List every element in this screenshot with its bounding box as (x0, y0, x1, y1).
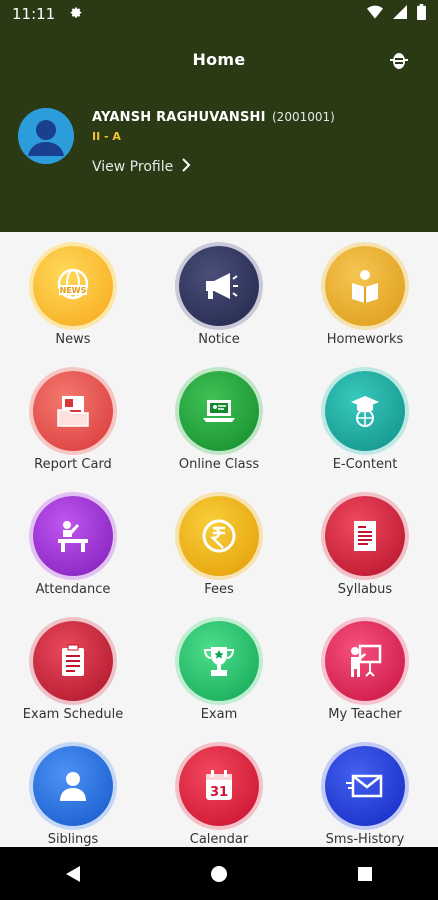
menu-item-label: Homeworks (326, 332, 404, 347)
menu-item-notice[interactable]: Notice (146, 232, 292, 357)
menu-item-exam-schedule[interactable]: Exam Schedule (0, 607, 146, 732)
menu-item-label: E-Content (332, 457, 398, 472)
report-card-icon (33, 371, 113, 451)
laptop-class-icon (179, 371, 259, 451)
reading-person-icon (325, 246, 405, 326)
calendar-icon: 31 (179, 746, 259, 826)
student-id: (2001001) (272, 110, 335, 124)
back-icon[interactable] (43, 854, 103, 894)
teacher-desk-icon (33, 496, 113, 576)
megaphone-icon (179, 246, 259, 326)
person-icon (33, 746, 113, 826)
menu-grid: NEWS News Notice Homeworks Report Card O… (0, 232, 438, 847)
menu-item-report-card[interactable]: Report Card (0, 357, 146, 482)
rupee-coin-icon (179, 496, 259, 576)
menu-item-online-class[interactable]: Online Class (146, 357, 292, 482)
calendar-day-text: 31 (210, 785, 228, 800)
menu-item-label: Notice (198, 332, 240, 347)
student-name: AYANSH RAGHUVANSHI (92, 110, 266, 125)
graduation-globe-icon (325, 371, 405, 451)
menu-item-exam[interactable]: Exam (146, 607, 292, 732)
wifi-icon (367, 5, 383, 23)
status-time: 11:11 (12, 5, 56, 23)
menu-item-label: My Teacher (328, 707, 402, 722)
signal-icon (393, 5, 407, 23)
menu-item-attendance[interactable]: Attendance (0, 482, 146, 607)
chevron-right-icon (181, 158, 191, 176)
menu-item-siblings[interactable]: Siblings (0, 732, 146, 847)
menu-item-label: Exam (200, 707, 238, 722)
document-icon (325, 496, 405, 576)
menu-item-fees[interactable]: Fees (146, 482, 292, 607)
menu-item-news[interactable]: NEWS News (0, 232, 146, 357)
menu-item-label: Attendance (35, 582, 111, 597)
menu-item-label: News (55, 332, 91, 347)
menu-item-syllabus[interactable]: Syllabus (292, 482, 438, 607)
menu-item-label: Siblings (47, 832, 99, 847)
menu-item-label: Report Card (34, 457, 112, 472)
student-class: II - A (92, 130, 121, 143)
menu-item-label: Sms-History (325, 832, 405, 847)
view-profile-label: View Profile (92, 159, 174, 175)
menu-item-homeworks[interactable]: Homeworks (292, 232, 438, 357)
menu-item-sms-history[interactable]: Sms-History (292, 732, 438, 847)
menu-item-label: Online Class (178, 457, 260, 472)
battery-icon (417, 4, 426, 24)
menu-item-label: Fees (204, 582, 234, 597)
menu-item-my-teacher[interactable]: My Teacher (292, 607, 438, 732)
profile-header: Home AYANSH RAGHUVANSHI (2001001) II - A… (0, 28, 438, 232)
news-globe-icon: NEWS (33, 246, 113, 326)
teacher-board-icon (325, 621, 405, 701)
menu-item-label: Exam Schedule (22, 707, 124, 722)
status-bar: 11:11 (0, 0, 438, 28)
menu-item-label: Calendar (189, 832, 249, 847)
page-title: Home (192, 50, 246, 69)
menu-item-calendar[interactable]: 31 Calendar (146, 732, 292, 847)
menu-item-e-content[interactable]: E-Content (292, 357, 438, 482)
system-nav-bar (0, 847, 438, 900)
home-icon[interactable] (189, 854, 249, 894)
recents-icon[interactable] (335, 854, 395, 894)
menu-item-label: Syllabus (337, 582, 393, 597)
settings-gear-icon (69, 5, 83, 23)
avatar[interactable] (18, 108, 74, 164)
bug-icon[interactable] (390, 50, 408, 70)
view-profile-link[interactable]: View Profile (92, 158, 191, 176)
svg-text:NEWS: NEWS (60, 286, 87, 295)
trophy-icon (179, 621, 259, 701)
clipboard-list-icon (33, 621, 113, 701)
envelope-icon (325, 746, 405, 826)
